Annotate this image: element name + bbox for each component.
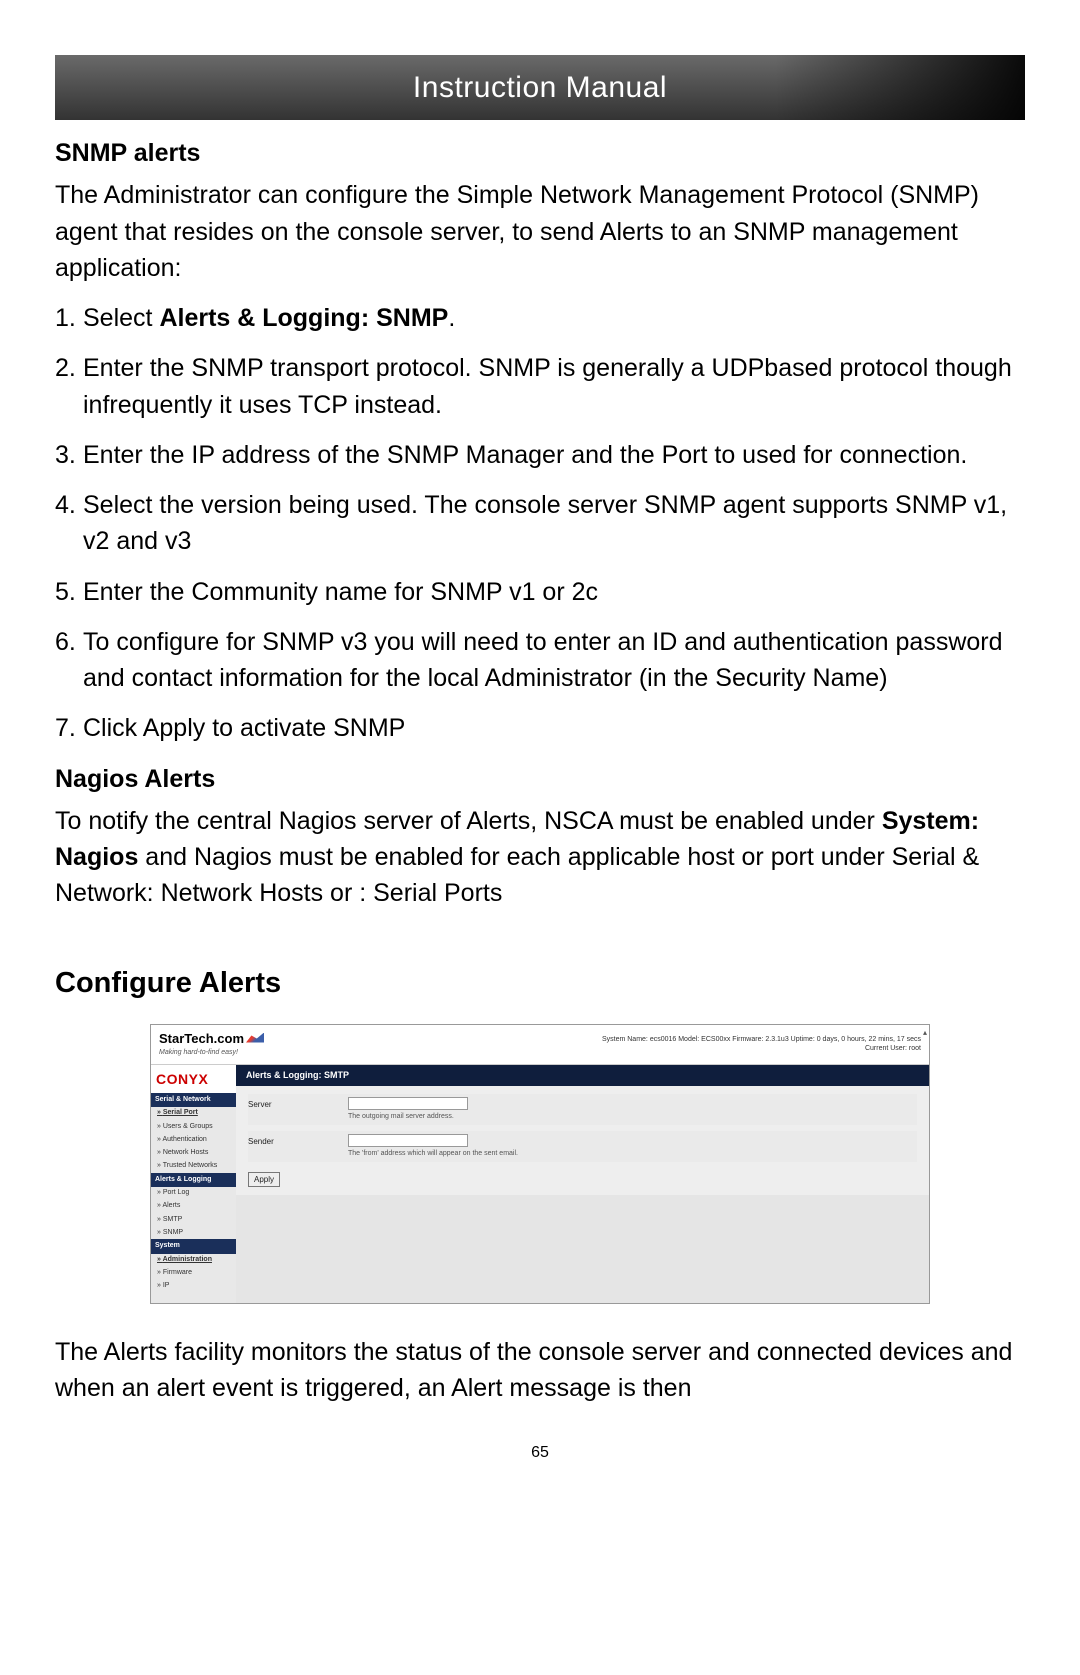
header-shade bbox=[775, 55, 1025, 120]
step-text-prefix: Select bbox=[83, 304, 159, 332]
page-content: SNMP alerts The Administrator can config… bbox=[55, 120, 1025, 1464]
configure-para: The Alerts facility monitors the status … bbox=[55, 1334, 1025, 1407]
snmp-steps: 1. Select Alerts & Logging: SNMP. 2. Ent… bbox=[55, 300, 1025, 747]
logo-block: StarTech.com Making hard-to-find easy! bbox=[159, 1030, 264, 1059]
form-area: Server The outgoing mail server address.… bbox=[236, 1086, 929, 1196]
main-pane: Alerts & Logging: SMTP Server The outgoi… bbox=[236, 1065, 929, 1303]
side-group-serial: Serial & Network bbox=[151, 1093, 236, 1107]
system-line: System Name: ecs0016 Model: ECS00xx Firm… bbox=[602, 1035, 921, 1044]
sidebar-item-users-groups[interactable]: Users & Groups bbox=[151, 1120, 236, 1133]
step-3: 3. Enter the IP address of the SNMP Mana… bbox=[55, 437, 1025, 473]
step-text-suffix: . bbox=[448, 304, 455, 332]
page-header: Instruction Manual bbox=[55, 55, 1025, 120]
shot-body: CONYX Serial & Network Serial Port Users… bbox=[151, 1065, 929, 1303]
user-line: Current User: root bbox=[602, 1044, 921, 1053]
sender-label: Sender bbox=[248, 1134, 348, 1148]
step-num: 7. bbox=[55, 710, 76, 746]
snmp-intro: The Administrator can configure the Simp… bbox=[55, 177, 1025, 286]
step-text: Enter the Community name for SNMP v1 or … bbox=[83, 578, 598, 606]
step-2: 2. Enter the SNMP transport protocol. SN… bbox=[55, 350, 1025, 423]
step-text: Click Apply to activate SNMP bbox=[83, 714, 405, 742]
step-num: 5. bbox=[55, 574, 76, 610]
sidebar-item-snmp[interactable]: SNMP bbox=[151, 1226, 236, 1239]
nagios-heading: Nagios Alerts bbox=[55, 761, 1025, 797]
sidebar-item-port-log[interactable]: Port Log bbox=[151, 1187, 236, 1200]
system-info: System Name: ecs0016 Model: ECS00xx Firm… bbox=[602, 1035, 921, 1053]
step-num: 1. bbox=[55, 300, 76, 336]
step-num: 6. bbox=[55, 624, 76, 660]
shot-topbar: StarTech.com Making hard-to-find easy! S… bbox=[151, 1025, 929, 1065]
step-7: 7. Click Apply to activate SNMP bbox=[55, 710, 1025, 746]
logo: StarTech.com bbox=[159, 1030, 264, 1049]
nagios-para-b: and Nagios must be enabled for each appl… bbox=[55, 843, 979, 907]
step-4: 4. Select the version being used. The co… bbox=[55, 487, 1025, 560]
sidebar-item-ip[interactable]: IP bbox=[151, 1280, 236, 1293]
sidebar-item-network-hosts[interactable]: Network Hosts bbox=[151, 1146, 236, 1159]
step-text: To configure for SNMP v3 you will need t… bbox=[83, 628, 1003, 692]
sidebar: CONYX Serial & Network Serial Port Users… bbox=[151, 1065, 236, 1303]
sender-input[interactable] bbox=[348, 1134, 468, 1147]
server-input[interactable] bbox=[348, 1097, 468, 1110]
sidebar-item-authentication[interactable]: Authentication bbox=[151, 1133, 236, 1146]
logo-text: StarTech.com bbox=[159, 1030, 244, 1049]
sidebar-item-firmware[interactable]: Firmware bbox=[151, 1267, 236, 1280]
side-group-alerts: Alerts & Logging bbox=[151, 1173, 236, 1187]
configure-heading: Configure Alerts bbox=[55, 962, 1025, 1004]
apply-button[interactable]: Apply bbox=[248, 1172, 280, 1188]
nagios-para: To notify the central Nagios server of A… bbox=[55, 803, 1025, 912]
sidebar-item-trusted-networks[interactable]: Trusted Networks bbox=[151, 1160, 236, 1173]
step-text-bold: Alerts & Logging: SNMP bbox=[159, 304, 448, 332]
step-num: 2. bbox=[55, 350, 76, 386]
row-server: Server The outgoing mail server address. bbox=[248, 1094, 917, 1125]
step-5: 5. Enter the Community name for SNMP v1 … bbox=[55, 574, 1025, 610]
server-help: The outgoing mail server address. bbox=[348, 1112, 468, 1122]
conyx-logo: CONYX bbox=[151, 1065, 236, 1093]
step-1: 1. Select Alerts & Logging: SNMP. bbox=[55, 300, 1025, 336]
header-title: Instruction Manual bbox=[413, 66, 667, 110]
scroll-up-icon[interactable]: ▴ bbox=[923, 1027, 927, 1039]
step-text: Enter the SNMP transport protocol. SNMP … bbox=[83, 354, 1012, 418]
sidebar-item-alerts[interactable]: Alerts bbox=[151, 1200, 236, 1213]
breadcrumb: Alerts & Logging: SMTP bbox=[236, 1065, 929, 1086]
step-num: 4. bbox=[55, 487, 76, 523]
side-group-system: System bbox=[151, 1239, 236, 1253]
embedded-screenshot: ▴ StarTech.com Making hard-to-find easy!… bbox=[150, 1024, 930, 1304]
logo-swoosh-icon bbox=[246, 1033, 264, 1043]
row-sender: Sender The 'from' address which will app… bbox=[248, 1131, 917, 1162]
step-num: 3. bbox=[55, 437, 76, 473]
logo-tagline: Making hard-to-find easy! bbox=[159, 1048, 264, 1058]
server-label: Server bbox=[248, 1097, 348, 1111]
step-6: 6. To configure for SNMP v3 you will nee… bbox=[55, 624, 1025, 697]
step-text: Select the version being used. The conso… bbox=[83, 491, 1007, 555]
sidebar-item-administration[interactable]: Administration bbox=[151, 1254, 236, 1267]
nagios-para-a: To notify the central Nagios server of A… bbox=[55, 807, 882, 835]
sender-help: The 'from' address which will appear on … bbox=[348, 1149, 518, 1159]
sidebar-item-smtp[interactable]: SMTP bbox=[151, 1213, 236, 1226]
step-text: Enter the IP address of the SNMP Manager… bbox=[83, 441, 967, 469]
snmp-heading: SNMP alerts bbox=[55, 135, 1025, 171]
page-number: 65 bbox=[55, 1441, 1025, 1464]
sidebar-item-serial-port[interactable]: Serial Port bbox=[151, 1107, 236, 1120]
